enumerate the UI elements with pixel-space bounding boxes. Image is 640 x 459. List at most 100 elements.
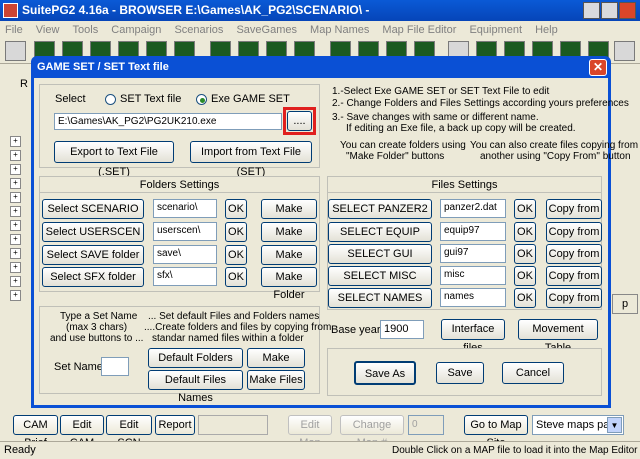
menu-map-names[interactable]: Map Names xyxy=(305,21,374,39)
equip-input[interactable]: equip97 xyxy=(440,222,506,241)
import-text-button[interactable]: Import from Text File (SET) xyxy=(190,141,312,178)
misc-input[interactable]: misc xyxy=(440,266,506,285)
make-folder-button[interactable]: Make Folder xyxy=(261,245,317,279)
save-ok-button[interactable]: OK xyxy=(225,245,247,265)
change-map-button[interactable]: Change Map # xyxy=(340,415,404,449)
interface-files-button[interactable]: Interface files xyxy=(441,319,505,354)
save-button[interactable]: Save xyxy=(436,362,484,384)
save-as-button[interactable]: Save As xyxy=(354,361,416,385)
partial-right-button[interactable]: p xyxy=(612,294,638,314)
misc-ok-button[interactable]: OK xyxy=(514,266,536,286)
panzer2-ok-button[interactable]: OK xyxy=(514,199,536,219)
browse-button[interactable]: .... xyxy=(287,111,312,131)
gui-input[interactable]: gui97 xyxy=(440,244,506,263)
tree-expand-icon[interactable]: + xyxy=(10,234,21,245)
userscen-folder-input[interactable]: userscen\ xyxy=(153,222,217,241)
dialog-title: GAME SET / SET Text file xyxy=(37,61,169,73)
select-sfx-folder-button[interactable]: Select SFX folder xyxy=(42,267,144,287)
exe-path-input[interactable]: E:\Games\AK_PG2\PG2UK210.exe xyxy=(54,113,282,130)
panzer2-input[interactable]: panzer2.dat xyxy=(440,199,506,218)
names-ok-button[interactable]: OK xyxy=(514,288,536,308)
copy-from-button[interactable]: Copy from xyxy=(546,244,602,264)
radio-exe-game-set[interactable] xyxy=(196,94,207,105)
edit-map-button[interactable]: Edit Map xyxy=(288,415,332,449)
tree-expand-icon[interactable]: + xyxy=(10,192,21,203)
names-input[interactable]: names xyxy=(440,288,506,307)
minimize-button[interactable] xyxy=(583,2,600,19)
cancel-button[interactable]: Cancel xyxy=(502,362,564,384)
go-to-map-site-button[interactable]: Go to Map Site xyxy=(464,415,528,449)
tree-expand-icon[interactable]: + xyxy=(10,262,21,273)
tree-view: + + + + + + + + + + + + xyxy=(10,126,24,326)
copy-from-button[interactable]: Copy from xyxy=(546,288,602,308)
radio-exe-label: Exe GAME SET xyxy=(211,93,290,105)
select-scenario-folder-button[interactable]: Select SCENARIO folder xyxy=(42,199,144,233)
copy-from-button[interactable]: Copy from xyxy=(546,266,602,286)
export-text-button[interactable]: Export to Text File (.SET) xyxy=(54,141,174,178)
tool-icon[interactable] xyxy=(614,41,635,61)
tree-expand-icon[interactable]: + xyxy=(10,136,21,147)
menu-bar: File View Tools Campaign Scenarios SaveG… xyxy=(0,21,640,39)
default-folders-button[interactable]: Default Folders Names xyxy=(148,348,243,382)
menu-map-file-editor[interactable]: Map File Editor xyxy=(377,21,461,39)
make-files-button[interactable]: Make Files xyxy=(247,370,305,390)
tree-expand-icon[interactable]: + xyxy=(10,150,21,161)
chevron-down-icon[interactable]: ▼ xyxy=(607,417,622,433)
scenario-ok-button[interactable]: OK xyxy=(225,199,247,219)
maximize-button[interactable] xyxy=(601,2,618,19)
close-app-button[interactable] xyxy=(619,2,636,19)
equip-ok-button[interactable]: OK xyxy=(514,222,536,242)
edit-cam-button[interactable]: Edit CAM xyxy=(60,415,104,449)
select-misc-button[interactable]: SELECT MISC xyxy=(328,266,432,286)
menu-tools[interactable]: Tools xyxy=(68,21,104,39)
tree-expand-icon[interactable]: + xyxy=(10,164,21,175)
set-name-input[interactable] xyxy=(101,357,129,376)
folders-heading: Folders Settings xyxy=(40,177,319,193)
sfx-ok-button[interactable]: OK xyxy=(225,267,247,287)
userscen-ok-button[interactable]: OK xyxy=(225,222,247,242)
menu-view[interactable]: View xyxy=(31,21,65,39)
menu-help[interactable]: Help xyxy=(530,21,563,39)
close-icon[interactable]: ✕ xyxy=(589,59,607,76)
report-button[interactable]: Report xyxy=(155,415,195,435)
base-year-label: Base year xyxy=(331,324,381,336)
menu-scenarios[interactable]: Scenarios xyxy=(169,21,228,39)
tree-expand-icon[interactable]: + xyxy=(10,206,21,217)
select-gui-button[interactable]: SELECT GUI xyxy=(328,244,432,264)
tree-expand-icon[interactable]: + xyxy=(10,290,21,301)
select-panzer2-button[interactable]: SELECT PANZER2 xyxy=(328,199,432,219)
make-folder-button[interactable]: Make Folder xyxy=(261,199,317,233)
base-year-input[interactable]: 1900 xyxy=(380,320,424,339)
make-folder-button[interactable]: Make Folder xyxy=(261,222,317,256)
save-folder-input[interactable]: save\ xyxy=(153,245,217,264)
tree-expand-icon[interactable]: + xyxy=(10,276,21,287)
make-folders-button[interactable]: Make Folders xyxy=(247,348,305,382)
tree-expand-icon[interactable]: + xyxy=(10,178,21,189)
tree-expand-icon[interactable]: + xyxy=(10,220,21,231)
tree-expand-icon[interactable]: + xyxy=(10,248,21,259)
menu-campaign[interactable]: Campaign xyxy=(106,21,166,39)
cam-brief-button[interactable]: CAM Brief xyxy=(13,415,58,449)
sfx-folder-input[interactable]: sfx\ xyxy=(153,267,217,286)
menu-file[interactable]: File xyxy=(0,21,28,39)
select-label: Select xyxy=(55,93,86,105)
radio-set-text[interactable] xyxy=(105,94,116,105)
game-set-dialog: GAME SET / SET Text file ✕ Select SET Te… xyxy=(31,56,638,408)
menu-equipment[interactable]: Equipment xyxy=(464,21,527,39)
select-userscen-folder-button[interactable]: Select USERSCEN folder xyxy=(42,222,144,256)
copy-from-button[interactable]: Copy from xyxy=(546,199,602,219)
select-equip-button[interactable]: SELECT EQUIP xyxy=(328,222,432,242)
dialog-body: Select SET Text file Exe GAME SET E:\Gam… xyxy=(34,78,638,405)
movement-table-button[interactable]: Movement Table xyxy=(518,319,598,354)
menu-savegames[interactable]: SaveGames xyxy=(231,21,302,39)
change-map-input[interactable]: 0 xyxy=(408,415,444,435)
gui-ok-button[interactable]: OK xyxy=(514,244,536,264)
edit-scn-button[interactable]: Edit SCN xyxy=(106,415,152,449)
select-names-button[interactable]: SELECT NAMES xyxy=(328,288,432,308)
tool-icon[interactable] xyxy=(5,41,26,61)
default-files-button[interactable]: Default Files Names xyxy=(148,370,243,404)
make-folder-button[interactable]: Make Folder xyxy=(261,267,317,301)
scenario-folder-input[interactable]: scenario\ xyxy=(153,199,217,218)
copy-from-button[interactable]: Copy from xyxy=(546,222,602,242)
select-save-folder-button[interactable]: Select SAVE folder xyxy=(42,245,144,265)
